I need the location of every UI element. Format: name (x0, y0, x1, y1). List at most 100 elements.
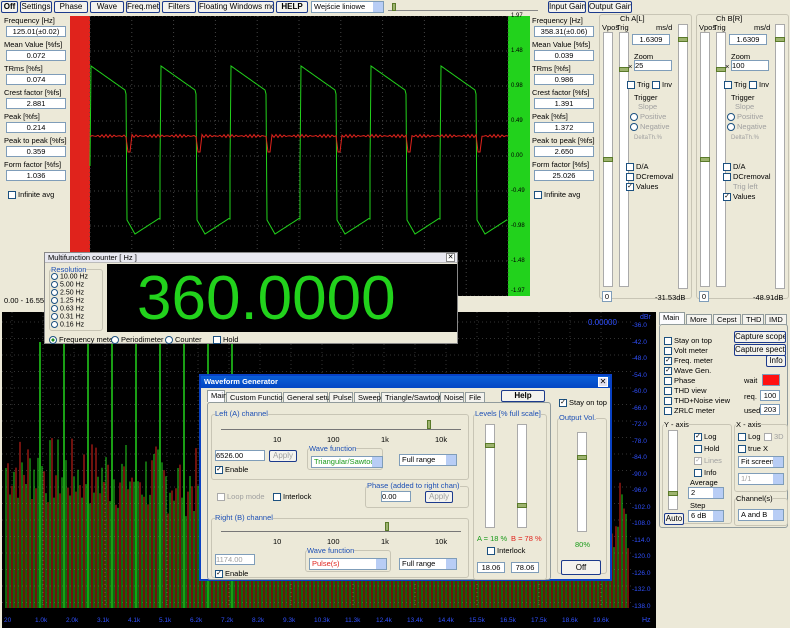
level-b-slider[interactable] (517, 424, 527, 528)
main-option[interactable]: Stay on top (664, 336, 712, 346)
ch-a-trig-value[interactable]: 1.6309 (632, 34, 670, 45)
x-3d[interactable]: 3D (764, 432, 784, 442)
ch-b-zoom-value[interactable]: 100 (731, 60, 769, 71)
right-freq-input[interactable]: 1174.00 (215, 554, 255, 565)
ch-b-values-checkbox[interactable]: ✓ (723, 193, 731, 202)
right-range-select[interactable]: Full range (399, 558, 457, 570)
main-option-checkbox[interactable]: ✓ (664, 357, 672, 366)
phase-button[interactable]: Phase (54, 1, 88, 13)
ch-a-da[interactable]: D/A (626, 162, 649, 172)
average-select[interactable]: 2 (688, 487, 724, 499)
output-vol-slider[interactable] (577, 432, 587, 532)
ch-a-values-checkbox[interactable]: ✓ (626, 183, 634, 192)
step-select[interactable]: 6 dB (688, 510, 724, 522)
resolution-option[interactable]: 1.25 Hz (51, 297, 84, 304)
ch-b-vpos-slider[interactable] (700, 32, 710, 287)
x-log[interactable]: Log (738, 432, 761, 442)
infinite-avg-right-checkbox[interactable] (534, 191, 542, 200)
level-b-input[interactable]: 78.06 (511, 562, 539, 573)
wavegen-help-button[interactable]: Help (501, 390, 545, 402)
filters-button[interactable]: Filters (162, 1, 196, 13)
main-option-checkbox[interactable] (664, 377, 672, 386)
ch-a-inv-checkbox[interactable] (652, 81, 660, 90)
auto-button[interactable]: Auto (664, 513, 684, 525)
infinite-avg-left[interactable]: Infinite avg (8, 190, 54, 200)
main-option[interactable]: THD+Noise view (664, 396, 730, 406)
ch-b-trig-checkbox[interactable] (724, 81, 732, 90)
wavegen-off-button[interactable]: Off (561, 560, 601, 575)
ch-b-values[interactable]: ✓ Values (723, 192, 755, 202)
y-log-checkbox[interactable]: ✓ (694, 433, 702, 442)
resolution-option[interactable]: 0.16 Hz (51, 321, 84, 328)
input-gain-slider[interactable] (388, 3, 538, 11)
ch-b-inv-checkbox[interactable] (749, 81, 757, 90)
ch-b-dc[interactable]: DCremoval (723, 172, 771, 182)
resolution-radio[interactable] (51, 297, 58, 304)
resolution-radio[interactable] (51, 289, 58, 296)
ch-b-trig-value[interactable]: 1.6309 (729, 34, 767, 45)
ch-a-negative-radio[interactable] (630, 123, 638, 132)
input-select[interactable]: Wejście liniowe (311, 1, 384, 13)
ratio-select[interactable]: 1/1 (738, 473, 784, 485)
left-enable-checkbox[interactable]: ✓ (215, 466, 223, 475)
main-option-checkbox[interactable]: ✓ (664, 367, 672, 376)
ch-b-dc-checkbox[interactable] (723, 173, 731, 182)
x-3d-checkbox[interactable] (764, 433, 772, 442)
main-option[interactable]: ZRLC meter (664, 406, 715, 416)
main-option[interactable]: Volt meter (664, 346, 708, 356)
interlock-checkbox[interactable] (273, 493, 281, 502)
left-range-select[interactable]: Full range (399, 454, 457, 466)
info-button[interactable]: Info (766, 355, 786, 367)
ch-b-positive[interactable]: Positive (727, 112, 763, 122)
channels-select[interactable]: A and B (738, 509, 784, 521)
main-option-checkbox[interactable] (664, 337, 672, 346)
main-option[interactable]: ✓ Wave Gen. (664, 366, 711, 376)
ch-b-vpos-value[interactable]: 0 (699, 291, 709, 302)
left-apply-button[interactable]: Apply (269, 450, 297, 462)
y-axis-slider[interactable] (668, 430, 678, 510)
interlock-levels-checkbox[interactable] (487, 547, 495, 556)
counter-mode-radio[interactable] (49, 336, 57, 345)
main-option-checkbox[interactable] (664, 407, 672, 416)
left-freq-slider[interactable] (221, 420, 461, 430)
counter-hold-checkbox[interactable] (213, 336, 221, 345)
left-wave-select[interactable]: Triangular/Sawtooth (311, 456, 383, 468)
ch-a-positive[interactable]: Positive (630, 112, 666, 122)
ch-a-da-checkbox[interactable] (626, 163, 634, 172)
phase-apply-button[interactable]: Apply (425, 491, 453, 503)
right-enable[interactable]: ✓ Enable (215, 569, 248, 579)
input-gain-button[interactable]: Input Gain (548, 1, 586, 13)
capture-scope-button[interactable]: Capture scope (734, 331, 786, 343)
loop-mode[interactable]: Loop mode (217, 492, 265, 502)
resolution-radio[interactable] (51, 321, 58, 328)
ch-a-inv-check[interactable]: Inv (652, 80, 672, 90)
resolution-option[interactable]: 0.31 Hz (51, 313, 84, 320)
wavegen-close-button[interactable]: ✕ (598, 377, 608, 387)
y-info-checkbox[interactable] (694, 469, 702, 478)
help-button[interactable]: HELP (276, 1, 308, 13)
interlock[interactable]: Interlock (273, 492, 311, 502)
y-info[interactable]: Info (694, 468, 717, 478)
ch-a-dc[interactable]: DCremoval (626, 172, 674, 182)
resolution-radio[interactable] (51, 273, 58, 280)
counter-close-button[interactable]: ✕ (446, 253, 455, 262)
right-enable-checkbox[interactable]: ✓ (215, 570, 223, 579)
resolution-radio[interactable] (51, 313, 58, 320)
left-enable[interactable]: ✓ Enable (215, 465, 248, 475)
output-gain-button[interactable]: Output Gain (588, 1, 632, 13)
counter-mode-radio[interactable] (165, 336, 173, 345)
loop-mode-checkbox[interactable] (217, 493, 225, 502)
resolution-radio[interactable] (51, 281, 58, 288)
resolution-option[interactable]: 0.63 Hz (51, 305, 84, 312)
counter-hold[interactable]: Hold (213, 335, 238, 345)
resolution-option[interactable]: 10.00 Hz (51, 273, 88, 280)
ch-a-negative[interactable]: Negative (630, 122, 670, 132)
resolution-radio[interactable] (51, 305, 58, 312)
y-hold-checkbox[interactable] (694, 445, 702, 454)
wavegen-stay-on-top-checkbox[interactable]: ✓ (559, 399, 567, 408)
wave-button[interactable]: Wave (90, 1, 124, 13)
freq-meter-button[interactable]: Freq.meter (126, 1, 160, 13)
counter-mode-option[interactable]: Frequency meter (49, 335, 116, 345)
ch-b-inv-check[interactable]: Inv (749, 80, 769, 90)
right-freq-slider[interactable] (221, 522, 461, 532)
